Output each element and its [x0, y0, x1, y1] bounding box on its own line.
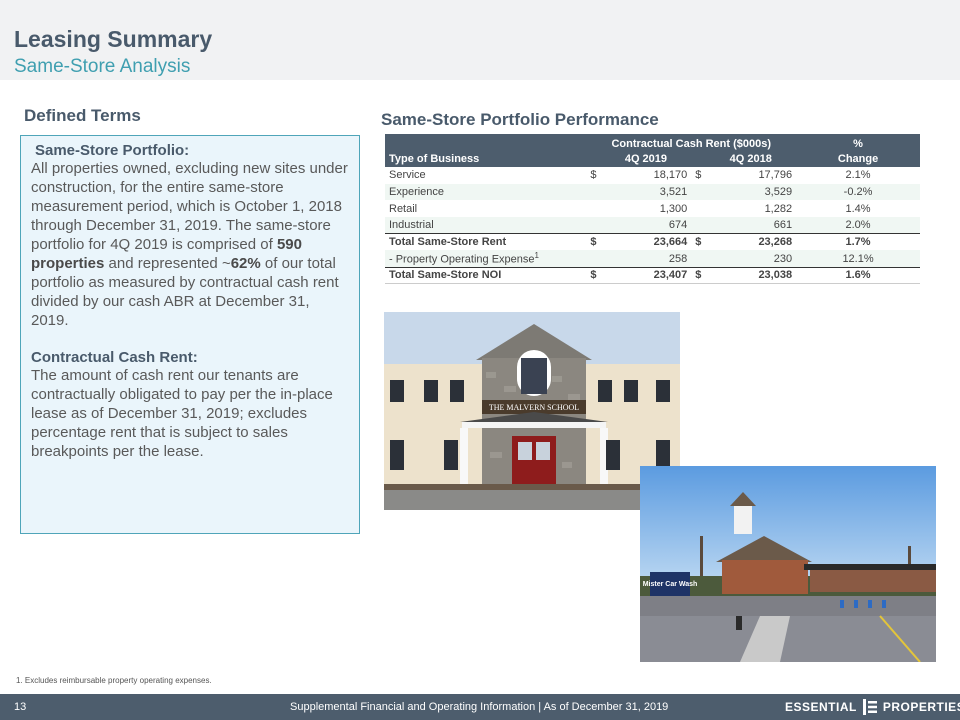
footnote: 1. Excludes reimbursable property operat…: [16, 676, 212, 685]
footer-text: Supplemental Financial and Operating Inf…: [290, 701, 669, 713]
performance-heading: Same-Store Portfolio Performance: [381, 110, 659, 129]
logo-word-essential: ESSENTIAL: [785, 700, 857, 714]
school-sign: THE MALVERN SCHOOL: [489, 403, 579, 412]
header-type-of-business: Type of Business: [389, 152, 480, 165]
table-row: Service $ 18,170 $ 17,796 2.1%: [389, 169, 871, 182]
table-row: Experience 3,521 3,529 -0.2%: [385, 183, 920, 201]
page-subtitle: Same-Store Analysis: [14, 56, 191, 77]
defined-terms-box: Same-Store Portfolio: All properties own…: [20, 135, 360, 534]
total-noi-row: Total Same-Store NOI $ 23,407 $ 23,038 1…: [385, 266, 920, 285]
same-store-term-title: Same-Store Portfolio:: [35, 142, 190, 159]
header-pct: %: [853, 137, 863, 150]
logo-mark-icon: [862, 699, 877, 715]
car-wash-sign: Mister Car Wash: [643, 581, 698, 588]
opex-row: - Property Operating Expense1 258 230 12…: [385, 250, 920, 268]
same-store-definition: All properties owned, excluding new site…: [31, 160, 348, 329]
performance-table: Contractual Cash Rent ($000s) % Type of …: [385, 134, 920, 285]
school-building-photo: THE MALVERN SCHOOL: [384, 312, 680, 510]
table-row: Industrial 674 661 2.0%: [385, 217, 920, 234]
company-logo: ESSENTIAL PROPERTIES: [785, 699, 960, 715]
logo-word-properties: PROPERTIES: [882, 700, 960, 714]
page-number: 13: [14, 701, 27, 713]
school-building-illustration: THE MALVERN SCHOOL: [384, 312, 680, 510]
header-contractual-cash-rent: Contractual Cash Rent ($000s): [611, 137, 772, 150]
header-4q-2019: 4Q 2019: [624, 152, 668, 165]
header-4q-2018: 4Q 2018: [729, 152, 772, 165]
footer-band: 13 Supplemental Financial and Operating …: [0, 694, 960, 720]
total-rent-row: Total Same-Store Rent $ 23,664 $ 23,268 …: [385, 233, 920, 251]
page-title: Leasing Summary: [14, 26, 213, 52]
table-row: Retail 1,300 1,282 1.4%: [389, 202, 871, 215]
defined-terms-heading: Defined Terms: [24, 106, 141, 125]
performance-table-wrap: Contractual Cash Rent ($000s) % Type of …: [385, 134, 920, 285]
car-wash-photo: Mister Car Wash: [640, 466, 936, 662]
contractual-term-title: Contractual Cash Rent:: [31, 349, 198, 366]
car-wash-illustration: Mister Car Wash: [640, 466, 936, 662]
contractual-definition: The amount of cash rent our tenants are …: [31, 367, 333, 460]
header-change: Change: [837, 152, 879, 165]
